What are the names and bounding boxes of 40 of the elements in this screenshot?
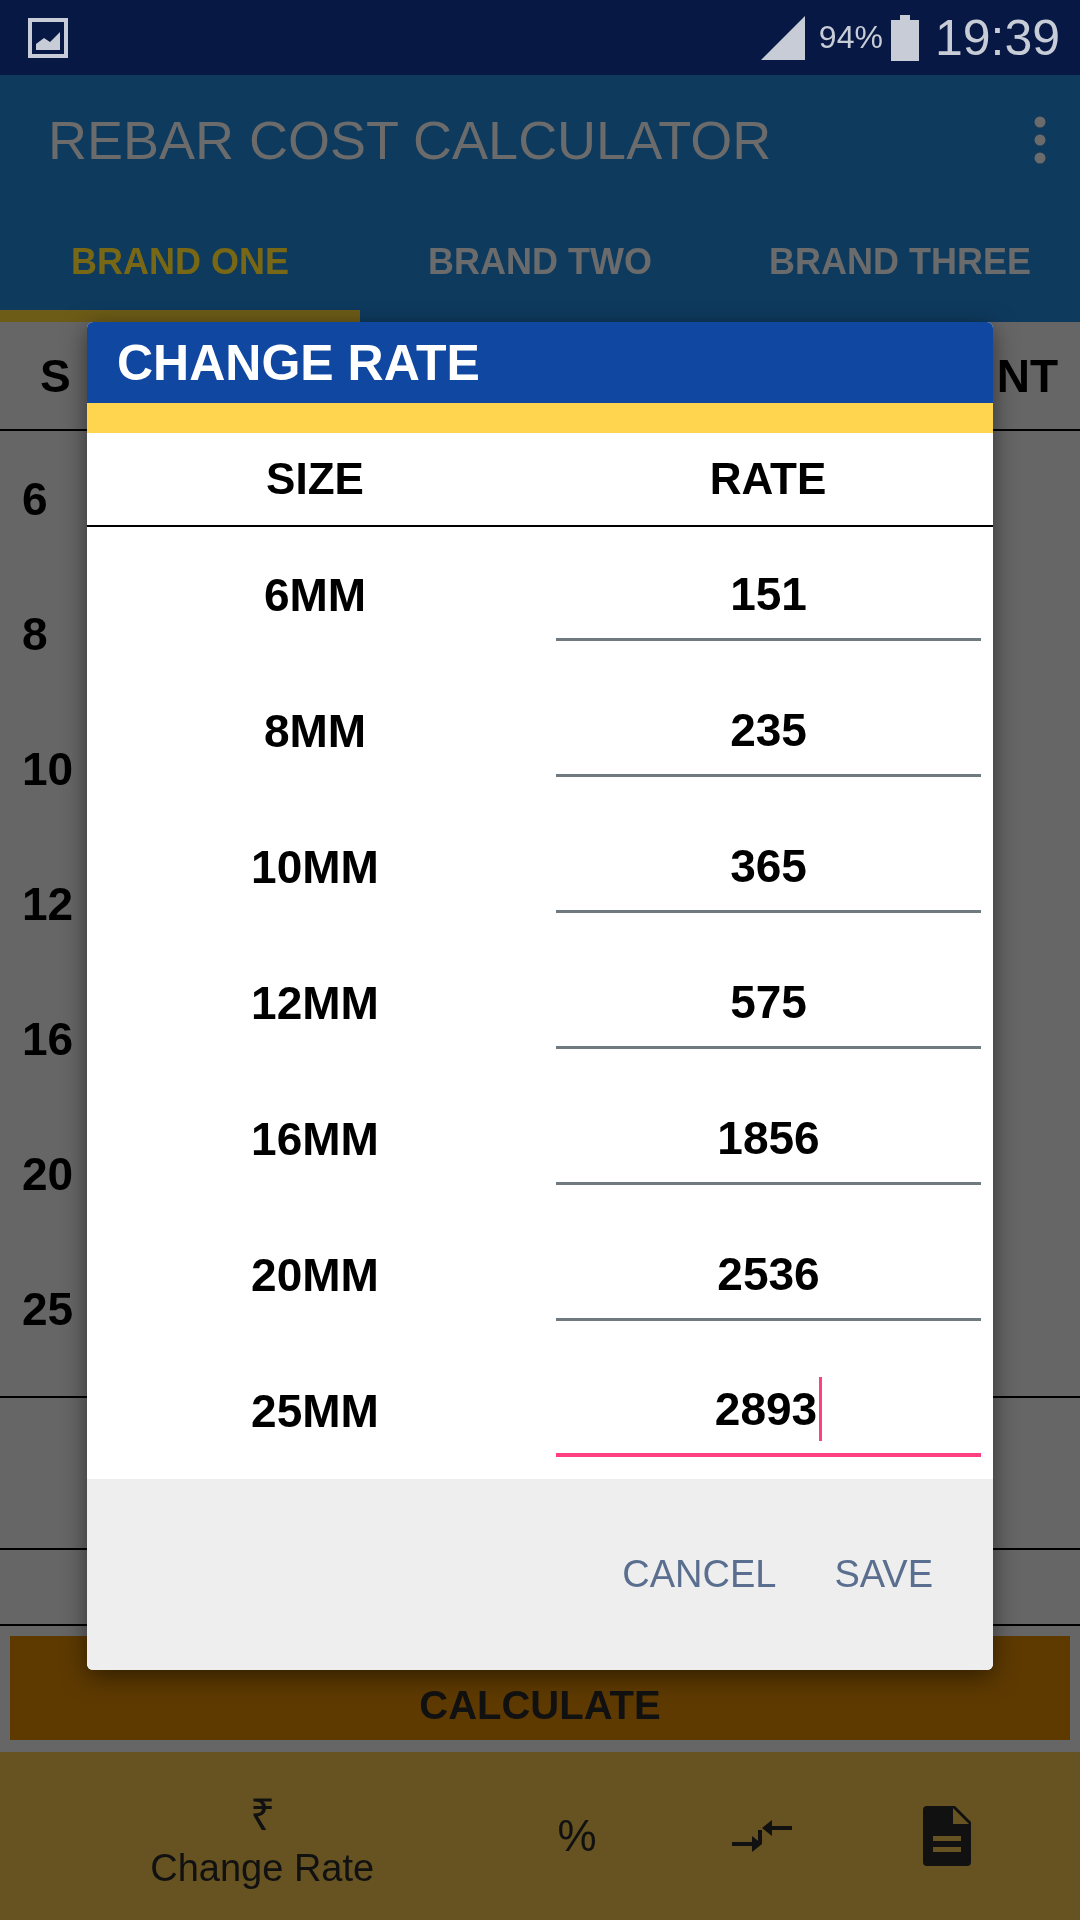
rate-field[interactable]: 235 (556, 685, 981, 777)
table-cell: 25 (22, 1281, 74, 1336)
rate-field[interactable]: 2536 (556, 1229, 981, 1321)
rate-field[interactable]: 1856 (556, 1093, 981, 1185)
dialog-title: CHANGE RATE (87, 322, 993, 403)
rate-field[interactable]: 365 (556, 821, 981, 913)
more-icon[interactable] (1034, 116, 1046, 164)
tab[interactable]: BRAND THREE (720, 205, 1080, 322)
app-title: REBAR COST CALCULATOR (48, 109, 773, 171)
column-header: NT (996, 348, 1058, 403)
table-cell: 12 (22, 876, 74, 931)
size-label: 6MM (262, 568, 368, 622)
battery-percent: 94% (818, 19, 883, 56)
gallery-icon (28, 17, 68, 58)
size-label: 20MM (250, 1248, 380, 1302)
size-label: 8MM (262, 704, 368, 758)
size-label: 25MM (250, 1384, 380, 1438)
size-label: 16MM (250, 1112, 380, 1166)
document-icon[interactable] (923, 1806, 972, 1866)
clock: 19:39 (934, 8, 1060, 67)
table-cell: 16 (22, 1011, 74, 1066)
column-header: S (40, 348, 71, 403)
table-cell: 8 (22, 606, 48, 661)
column-header: SIZE (265, 454, 365, 504)
size-label: 12MM (250, 976, 380, 1030)
rate-field[interactable]: 575 (556, 957, 981, 1049)
table-cell: 10 (22, 741, 74, 796)
battery-icon (890, 14, 919, 61)
dialog-button[interactable]: CANCEL (602, 1537, 797, 1612)
dialog-button[interactable]: SAVE (814, 1537, 953, 1612)
column-header: RATE (708, 454, 828, 504)
nav-label[interactable]: Change Rate (150, 1846, 375, 1890)
table-cell: 20 (22, 1146, 74, 1201)
rate-field[interactable]: 2893 (556, 1365, 981, 1457)
nav-symbol[interactable]: % (557, 1811, 597, 1861)
tab[interactable]: BRAND TWO (360, 205, 720, 322)
size-label: 10MM (250, 840, 380, 894)
nav-symbol[interactable]: ₹ (249, 1782, 275, 1843)
rate-field[interactable]: 151 (556, 549, 981, 641)
table-cell: 6 (22, 471, 48, 526)
